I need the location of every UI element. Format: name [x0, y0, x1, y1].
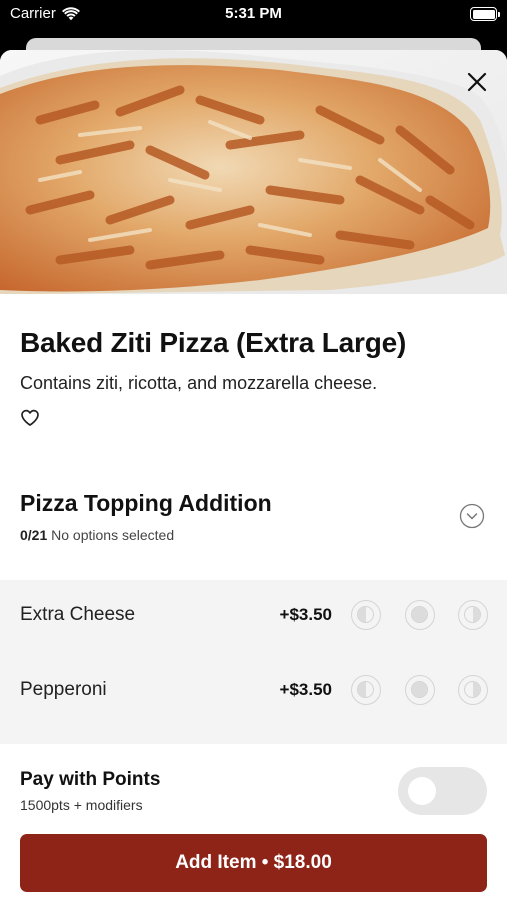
modifier-group-header[interactable]: Pizza Topping Addition 0/21 No options s… — [0, 490, 507, 560]
close-icon — [467, 72, 487, 92]
selection-status: No options selected — [51, 527, 175, 543]
modifier-group-status: 0/21 No options selected — [20, 527, 487, 543]
points-toggle[interactable] — [398, 767, 487, 815]
left-half-icon[interactable] — [351, 600, 381, 630]
heart-icon[interactable] — [20, 408, 40, 428]
whole-icon[interactable] — [405, 675, 435, 705]
item-description: Contains ziti, ricotta, and mozzarella c… — [20, 373, 378, 393]
modifier-group-title: Pizza Topping Addition — [20, 490, 272, 516]
battery-icon — [470, 7, 500, 21]
option-row[interactable]: Pepperoni +$3.50 — [0, 655, 507, 730]
option-price: +$3.50 — [279, 605, 332, 624]
status-time: 5:31 PM — [225, 5, 282, 22]
points-title: Pay with Points — [20, 769, 161, 790]
option-name: Extra Cheese — [20, 604, 136, 625]
left-half-icon[interactable] — [351, 675, 381, 705]
item-detail-sheet: Baked Ziti Pizza (Extra Large) Contains … — [0, 50, 507, 900]
modifier-options-list: Extra Cheese +$3.50 Pepperoni +$3.50 — [0, 580, 507, 744]
selection-count: 0/21 — [20, 527, 48, 543]
status-bar: Carrier 5:31 PM — [0, 0, 507, 30]
item-title: Baked Ziti Pizza (Extra Large) — [20, 327, 407, 358]
pizza-image — [0, 50, 507, 294]
item-info: Baked Ziti Pizza (Extra Large) Contains … — [0, 294, 507, 428]
toggle-knob — [408, 777, 436, 805]
option-price: +$3.50 — [279, 680, 332, 699]
item-photo — [0, 50, 507, 294]
add-item-button[interactable]: Add Item • $18.00 — [20, 834, 487, 892]
right-half-icon[interactable] — [458, 600, 488, 630]
points-subtitle: 1500pts + modifiers — [20, 797, 143, 813]
pay-with-points: Pay with Points 1500pts + modifiers — [0, 762, 507, 842]
right-half-icon[interactable] — [458, 675, 488, 705]
chevron-down-icon[interactable] — [459, 503, 485, 529]
option-name: Pepperoni — [20, 679, 107, 700]
option-row[interactable]: Extra Cheese +$3.50 — [0, 580, 507, 655]
whole-icon[interactable] — [405, 600, 435, 630]
close-button[interactable] — [461, 66, 493, 98]
